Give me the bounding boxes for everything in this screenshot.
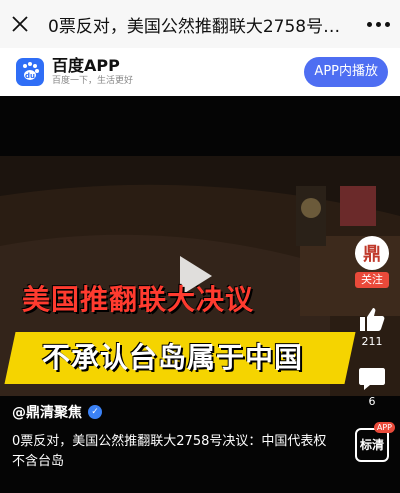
video-player[interactable]: 美国推翻联大决议 不承认台岛属于中国 鼎 关注 211 6 标清 APP @鼎清… [0,96,400,493]
comment-count: 6 [368,395,376,408]
like-button[interactable]: 211 [358,306,386,348]
author-avatar[interactable]: 鼎 [355,236,389,270]
quality-button[interactable]: 标清 APP [355,422,395,462]
like-count: 211 [361,335,383,348]
verified-icon: ✓ [88,405,102,419]
author-name: @鼎清聚焦 [12,405,82,421]
top-bar: 0票反对，美国公然推翻联大2758号决议：中国代表权不含台岛 [0,0,400,48]
app-badge: APP [373,422,395,433]
action-rail: 鼎 关注 211 6 标清 APP [354,236,395,462]
brand-name: 百度APP [52,56,120,75]
video-caption-1: 美国推翻联大决议 [22,283,255,316]
thumbs-up-icon [360,308,385,331]
video-description: 0票反对，美国公然推翻联大2758号决议：中国代表权不含台岛 [12,434,327,469]
close-icon[interactable] [0,0,40,48]
comment-button[interactable]: 6 [358,366,386,408]
author-name-row[interactable]: @鼎清聚焦 ✓ [12,402,102,422]
more-icon[interactable] [356,0,400,48]
page: 0票反对，美国公然推翻联大2758号决议：中国代表权不含台岛 du 百度APP … [0,0,400,493]
app-play-button[interactable]: APP内播放 [304,57,388,87]
brand-slogan: 百度一下，生活更好 [52,76,134,86]
follow-button[interactable]: 关注 [355,272,389,288]
baidu-app-bar: du 百度APP 百度一下，生活更好 APP内播放 [0,48,400,96]
page-title: 0票反对，美国公然推翻联大2758号决议：中国代表权不含台岛 [48,16,356,37]
svg-text:du: du [25,72,35,80]
quality-label: 标清 [359,437,384,452]
comment-icon [359,368,385,390]
video-caption-2: 不承认台岛属于中国 [42,341,304,374]
brand: 百度APP 百度一下，生活更好 [52,57,133,87]
baidu-logo-icon: du [16,58,44,86]
